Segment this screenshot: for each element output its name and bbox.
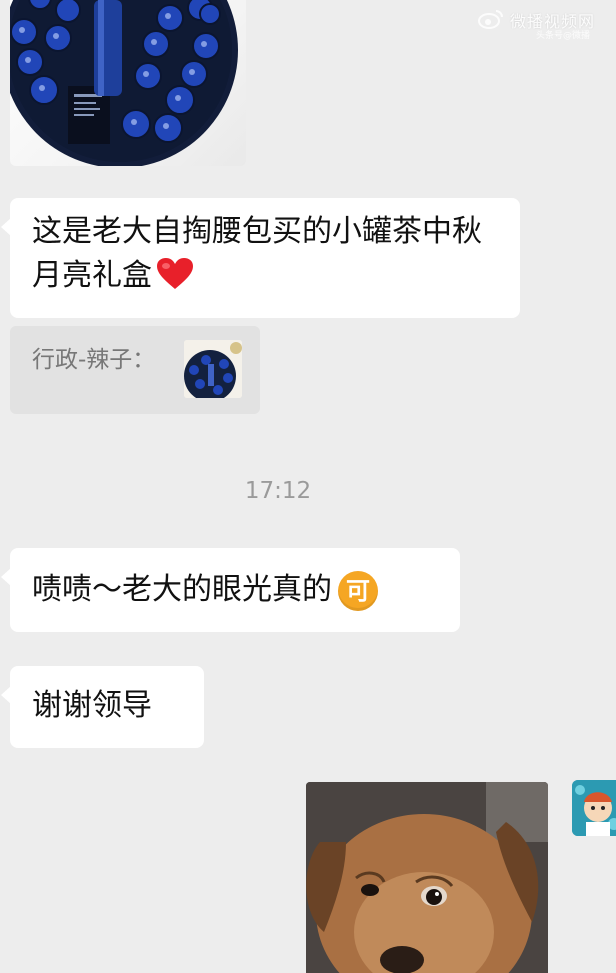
dog-sticker-image[interactable] [306, 782, 548, 973]
chat-timestamp: 17:12 [244, 478, 312, 504]
red-heart-icon [156, 257, 194, 304]
message-bubble-comment[interactable]: 啧啧～老大的眼光真的可 [1, 548, 460, 632]
message-text: 啧啧～老大的眼光真的 [32, 572, 332, 607]
weibo-logo-icon [478, 10, 503, 29]
quote-sender-label: 行政-辣子： [32, 347, 156, 373]
avatar-cartoon-icon [572, 780, 616, 836]
gift-box-thumbnail-icon[interactable] [184, 340, 242, 398]
gift-box-photo-icon [10, 0, 238, 166]
message-bubble-thanks[interactable]: 谢谢领导 [1, 666, 204, 748]
gift-box-image[interactable] [10, 0, 246, 166]
message-text: 谢谢领导 [32, 688, 152, 723]
watermark: 微播视频网 头条号@微播 [478, 4, 608, 41]
ke-emoji-icon: 可 [338, 571, 378, 611]
message-bubble-gift[interactable]: 这是老大自掏腰包买的小罐茶中秋月亮礼盒 [1, 198, 520, 318]
puppy-sticker-photo-icon [306, 782, 548, 973]
quoted-message[interactable]: 行政-辣子： [10, 326, 260, 414]
watermark-subtext: 头条号@微播 [536, 31, 591, 41]
message-text: 这是老大自掏腰包买的小罐茶中秋月亮礼盒 [32, 214, 482, 293]
sender-avatar[interactable] [572, 780, 616, 836]
